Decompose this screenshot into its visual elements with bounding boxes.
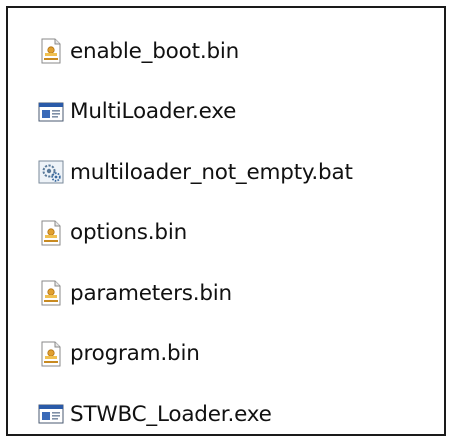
file-name: parameters.bin [70,280,232,306]
file-item-options-bin[interactable]: options.bin [38,218,353,248]
file-list: enable_boot.bin MultiLoader.exe multiloa… [38,36,353,429]
file-list-panel: enable_boot.bin MultiLoader.exe multiloa… [6,6,446,436]
exe-file-icon [38,102,64,121]
bin-file-icon [41,280,61,306]
file-item-multiloader-exe[interactable]: MultiLoader.exe [38,97,353,127]
bin-file-icon [41,220,61,245]
file-item-enable-boot-bin[interactable]: enable_boot.bin [38,36,353,66]
exe-file-icon [38,404,64,424]
bat-file-icon [38,160,64,184]
file-name: enable_boot.bin [70,38,240,64]
file-item-parameters-bin[interactable]: parameters.bin [38,278,353,308]
file-name: program.bin [70,341,200,366]
file-item-stwbc-loader-exe[interactable]: STWBC_Loader.exe [38,399,353,429]
file-name: options.bin [70,220,188,245]
file-name: multiloader_not_empty.bat [70,159,353,185]
bin-file-icon [41,38,61,64]
bin-file-icon [41,341,61,366]
file-name: STWBC_Loader.exe [70,401,272,427]
file-item-program-bin[interactable]: program.bin [38,339,353,369]
file-item-multiloader-not-empty-bat[interactable]: multiloader_not_empty.bat [38,157,353,187]
file-name: MultiLoader.exe [70,99,237,124]
